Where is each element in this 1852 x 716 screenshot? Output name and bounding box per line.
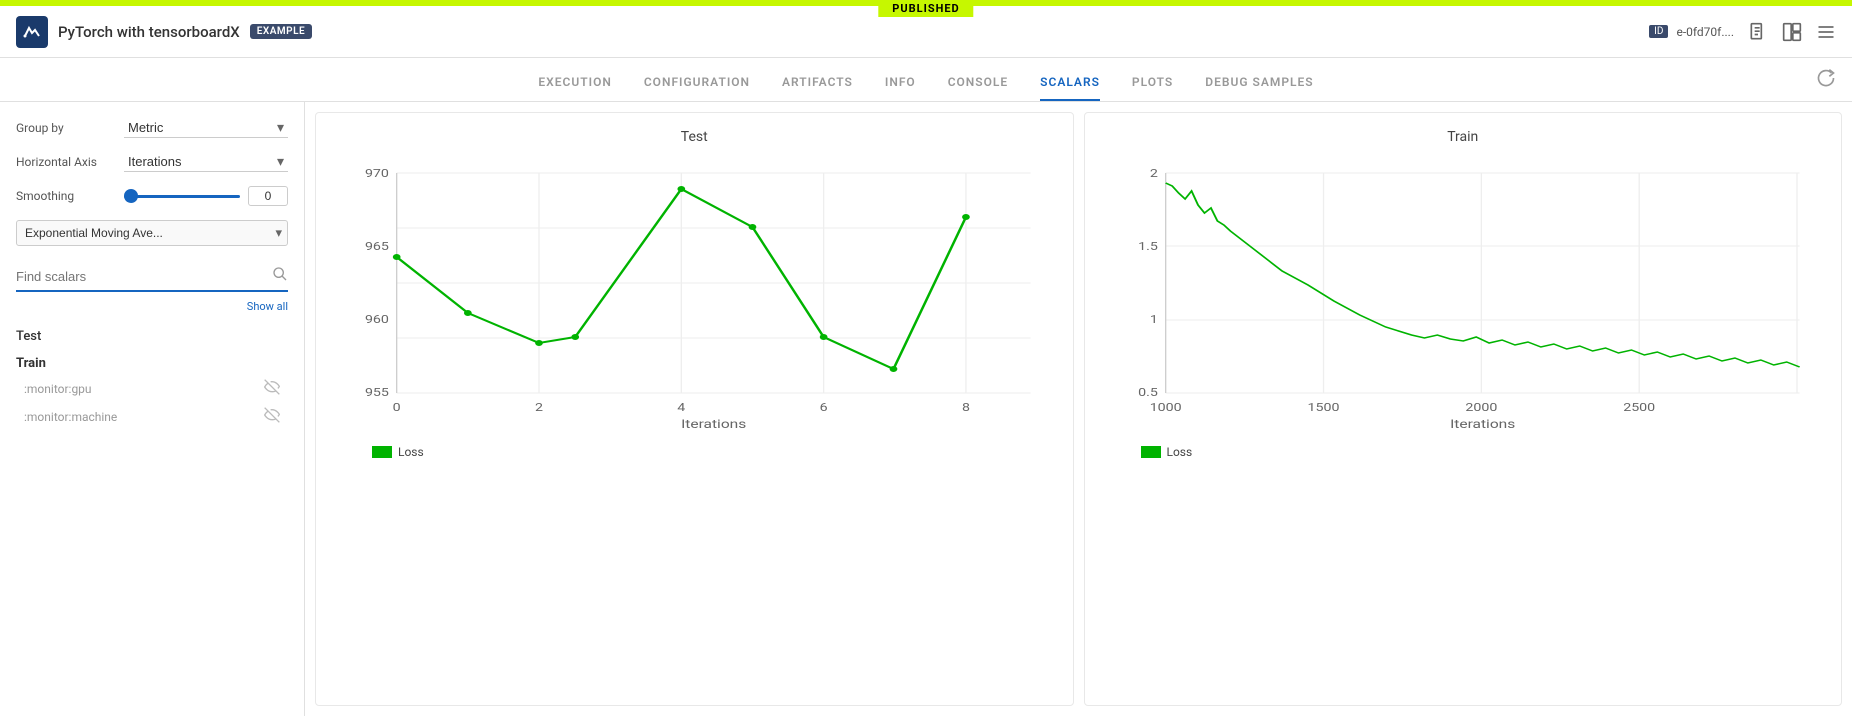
smoothing-value-input[interactable] xyxy=(248,186,288,206)
chart-train: Train 2 1.5 1 0.5 1000 1500 xyxy=(1084,112,1843,706)
chart-test-legend: Loss xyxy=(332,445,1057,459)
horizontal-axis-select[interactable]: Iterations Time Epoch xyxy=(124,152,288,172)
svg-text:1000: 1000 xyxy=(1149,401,1181,414)
header-id: ID e-0fd70f.... xyxy=(1649,25,1734,39)
search-input[interactable] xyxy=(16,269,272,284)
svg-text:970: 970 xyxy=(365,167,389,180)
svg-text:8: 8 xyxy=(962,401,970,414)
hide-gpu-icon xyxy=(264,379,280,399)
group-by-select[interactable]: Metric None xyxy=(124,118,288,138)
app-title: PyTorch with tensorboardX xyxy=(58,23,240,41)
nav-tabs: EXECUTION CONFIGURATION ARTIFACTS INFO C… xyxy=(0,58,1852,102)
sidebar: Group by Metric None ▾ Horizontal Axis I… xyxy=(0,102,305,716)
exp-moving-select[interactable]: Exponential Moving Ave... None xyxy=(16,220,288,246)
group-by-label: Group by xyxy=(16,121,116,135)
svg-text:6: 6 xyxy=(820,401,828,414)
tab-info[interactable]: INFO xyxy=(885,75,916,101)
legend-color-train xyxy=(1141,446,1161,458)
search-row xyxy=(16,266,288,292)
layout-icon-btn[interactable] xyxy=(1782,22,1802,42)
scalar-group-train[interactable]: Train xyxy=(16,352,288,375)
svg-text:1: 1 xyxy=(1149,313,1157,326)
svg-text:960: 960 xyxy=(365,313,389,326)
svg-text:0: 0 xyxy=(393,401,401,414)
tab-console[interactable]: CONSOLE xyxy=(948,75,1008,101)
svg-text:Iterations: Iterations xyxy=(681,418,746,432)
hide-machine-icon xyxy=(264,407,280,427)
tab-plots[interactable]: PLOTS xyxy=(1132,75,1173,101)
svg-text:2: 2 xyxy=(1149,167,1157,180)
menu-icon-btn[interactable] xyxy=(1816,22,1836,42)
chart-test: Test 970 965 960 955 xyxy=(315,112,1074,706)
chart-train-title: Train xyxy=(1101,129,1826,145)
svg-text:1.5: 1.5 xyxy=(1138,240,1158,253)
scalar-sub-monitor-gpu[interactable]: :monitor:gpu xyxy=(16,375,288,403)
chart-test-title: Test xyxy=(332,129,1057,145)
tab-configuration[interactable]: CONFIGURATION xyxy=(644,75,750,101)
svg-text:2000: 2000 xyxy=(1465,401,1497,414)
legend-label-train: Loss xyxy=(1167,445,1193,459)
svg-text:965: 965 xyxy=(365,240,389,253)
smoothing-slider[interactable] xyxy=(124,195,240,198)
scalar-sub-monitor-machine[interactable]: :monitor:machine xyxy=(16,403,288,431)
svg-text:2: 2 xyxy=(535,401,543,414)
svg-text:955: 955 xyxy=(365,386,389,399)
tab-artifacts[interactable]: ARTIFACTS xyxy=(782,75,853,101)
tab-debug-samples[interactable]: DEBUG SAMPLES xyxy=(1205,75,1313,101)
scalar-group-test[interactable]: Test xyxy=(16,325,288,348)
tab-scalars[interactable]: SCALARS xyxy=(1040,75,1100,101)
smoothing-label: Smoothing xyxy=(16,189,116,203)
refresh-button[interactable] xyxy=(1816,68,1836,93)
published-badge: PUBLISHED xyxy=(878,0,973,17)
charts-area: Test 970 965 960 955 xyxy=(305,102,1852,716)
svg-text:0.5: 0.5 xyxy=(1138,386,1158,399)
chart-train-legend: Loss xyxy=(1101,445,1826,459)
legend-label-test: Loss xyxy=(398,445,424,459)
svg-text:2500: 2500 xyxy=(1623,401,1655,414)
show-all-link[interactable]: Show all xyxy=(16,300,288,313)
horizontal-axis-label: Horizontal Axis xyxy=(16,155,116,169)
svg-text:1500: 1500 xyxy=(1307,401,1339,414)
search-icon xyxy=(272,266,288,286)
legend-color-test xyxy=(372,446,392,458)
svg-text:Iterations: Iterations xyxy=(1450,418,1515,432)
tab-execution[interactable]: EXECUTION xyxy=(538,75,611,101)
svg-text:4: 4 xyxy=(677,401,685,414)
example-badge: EXAMPLE xyxy=(250,24,312,39)
document-icon-btn[interactable] xyxy=(1748,22,1768,42)
logo-icon xyxy=(16,16,48,48)
top-bar: PUBLISHED xyxy=(0,0,1852,6)
